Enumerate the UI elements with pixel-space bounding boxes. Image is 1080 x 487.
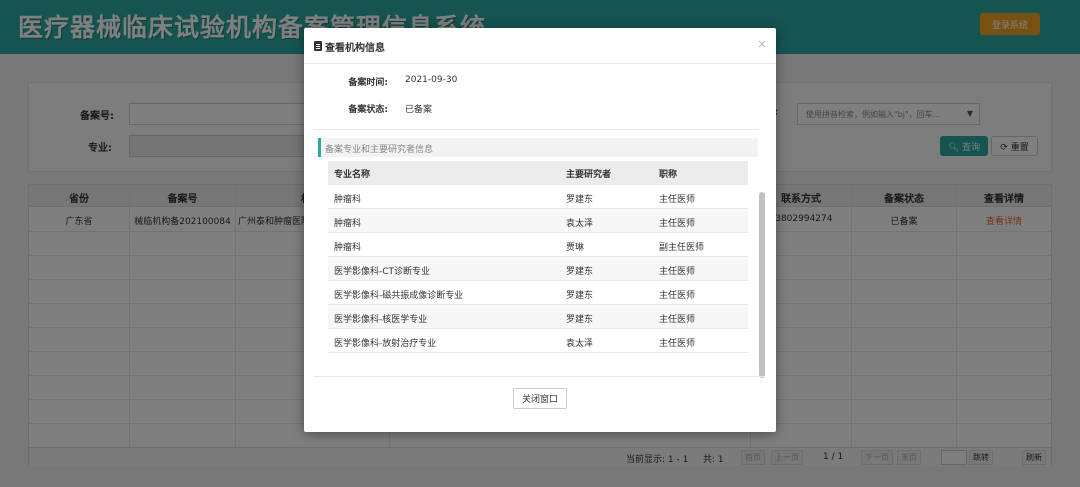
close-icon[interactable]: × [757,37,767,51]
table-row: 医学影像科-放射治疗专业 袁太泽 主任医师 [328,329,748,353]
cell-title: 主任医师 [659,267,696,277]
cell-title: 副主任医师 [659,243,705,253]
cell-investigator: 贾琳 [566,243,585,253]
org-info-modal: 查看机构信息 × 备案时间: 2021-09-30 备案状态: 已备案 备案专业… [304,28,776,432]
cell-investigator: 罗建东 [566,315,594,325]
record-time-label: 备案时间: [348,78,388,88]
th-title: 职称 [659,170,678,180]
table-row: 医学影像科-CT诊断专业 罗建东 主任医师 [328,257,748,281]
record-time-value: 2021-09-30 [405,75,458,85]
cell-specialty: 医学影像科-核医学专业 [334,315,428,325]
modal-scrollbar[interactable] [759,192,765,378]
section-title: 备案专业和主要研究者信息 [325,145,434,155]
modal-header: 查看机构信息 × [304,28,776,64]
table-row: 肿瘤科 罗建东 主任医师 [328,185,748,209]
cell-specialty: 肿瘤科 [334,219,362,229]
cell-investigator: 罗建东 [566,195,594,205]
cell-title: 主任医师 [659,219,696,229]
cell-specialty: 肿瘤科 [334,243,362,253]
document-icon [314,41,322,51]
table-row: 医学影像科-核医学专业 罗建东 主任医师 [328,305,748,329]
cell-specialty: 医学影像科-放射治疗专业 [334,339,437,349]
cell-specialty: 医学影像科-CT诊断专业 [334,267,431,277]
cell-title: 主任医师 [659,291,696,301]
th-investigator: 主要研究者 [566,170,612,180]
table-row: 肿瘤科 贾琳 副主任医师 [328,233,748,257]
cell-specialty: 医学影像科-磁共振成像诊断专业 [334,291,464,301]
th-specialty: 专业名称 [334,170,371,180]
modal-title: 查看机构信息 [325,43,385,54]
cell-investigator: 袁太泽 [566,339,594,349]
cell-title: 主任医师 [659,315,696,325]
table-row: 肿瘤科 袁太泽 主任医师 [328,209,748,233]
cell-investigator: 袁太泽 [566,219,594,229]
close-window-button[interactable]: 关闭窗口 [513,388,567,409]
specialty-table-header: 专业名称 主要研究者 职称 [328,161,748,185]
record-status-label: 备案状态: [348,105,388,115]
cell-investigator: 罗建东 [566,267,594,277]
table-row: 医学影像科-磁共振成像诊断专业 罗建东 主任医师 [328,281,748,305]
cell-title: 主任医师 [659,339,696,349]
cell-investigator: 罗建东 [566,291,594,301]
record-status-value: 已备案 [405,105,433,115]
cell-title: 主任医师 [659,195,696,205]
cell-specialty: 肿瘤科 [334,195,362,205]
section-header: 备案专业和主要研究者信息 [318,138,758,157]
